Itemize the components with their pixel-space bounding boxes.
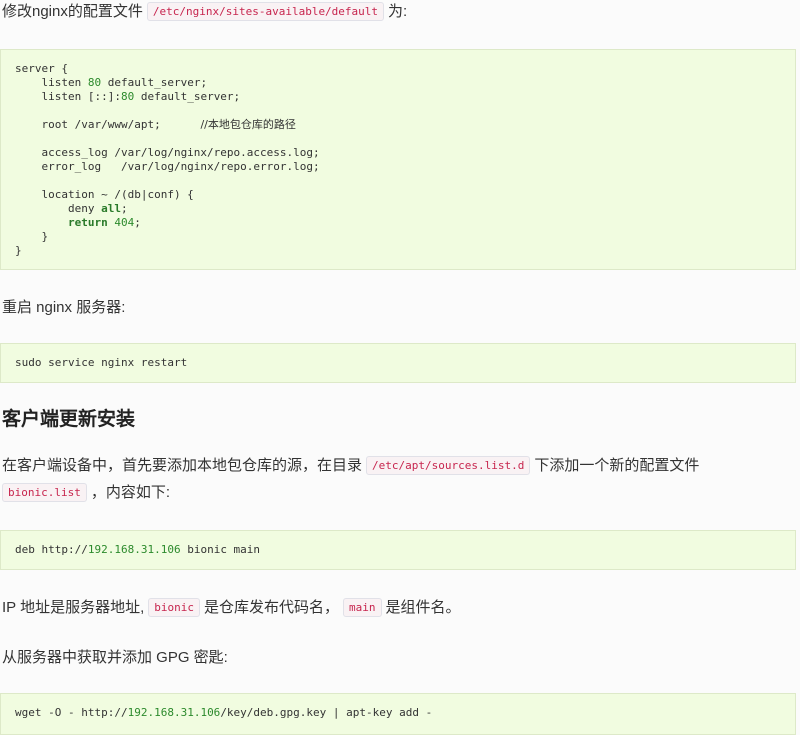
nginx-config-code-block: server { listen 80 default_server; liste… — [0, 49, 796, 270]
bionic-list-code: bionic.list — [2, 483, 87, 502]
code-line: } — [15, 230, 49, 243]
code-line: listen 80 default_server; — [15, 76, 208, 89]
code-line: } — [15, 244, 22, 257]
bionic-code: bionic — [148, 598, 200, 617]
intro-text-end: 为: — [388, 3, 408, 20]
restart-paragraph: 重启 nginx 服务器: — [2, 299, 126, 316]
intro-text: 修改nginx的配置文件 — [2, 3, 143, 20]
code-line: deny all; — [15, 202, 128, 215]
config-path-code: /etc/nginx/sites-available/default — [146, 2, 385, 21]
section-heading: 客户端更新安装 — [2, 409, 136, 430]
code-line: deb http://192.168.31.106 bionic main — [15, 543, 261, 556]
gpg-paragraph: 从服务器中获取并添加 GPG 密匙: — [2, 649, 228, 666]
sources-dir-code: /etc/apt/sources.list.d — [366, 456, 531, 475]
client-paragraph-line2: bionic.list ，内容如下: — [2, 481, 170, 505]
code-line: root /var/www/apt; //本地包仓库的路径 — [15, 118, 296, 131]
code-line: return 404; — [67, 216, 141, 229]
code-line: wget -O - http://192.168.31.106/key/deb.… — [15, 706, 433, 719]
code-line: access_log /var/log/nginx/repo.access.lo… — [15, 146, 320, 159]
code-line: server { — [15, 62, 68, 75]
client-paragraph-line1: 在客户端设备中，首先要添加本地包仓库的源，在目录/etc/apt/sources… — [2, 456, 700, 475]
code-line: error_log /var/log/nginx/repo.error.log; — [15, 160, 320, 173]
main-code: main — [343, 598, 382, 617]
wget-code-block: wget -O - http://192.168.31.106/key/deb.… — [0, 693, 796, 735]
code-line: listen [::]:80 default_server; — [15, 90, 241, 103]
restart-code-block: sudo service nginx restart — [0, 343, 796, 383]
deb-code-block: deb http://192.168.31.106 bionic main — [0, 530, 796, 570]
ip-paragraph: IP 地址是服务器地址, bionic 是仓库发布代码名， main 是组件名。 — [2, 598, 461, 617]
code-line: sudo service nginx restart — [15, 356, 188, 369]
intro-paragraph: 修改nginx的配置文件/etc/nginx/sites-available/d… — [2, 0, 407, 24]
code-comment: //本地包仓库的路径 — [200, 118, 296, 131]
code-line: location ~ /(db|conf) { — [15, 188, 194, 201]
